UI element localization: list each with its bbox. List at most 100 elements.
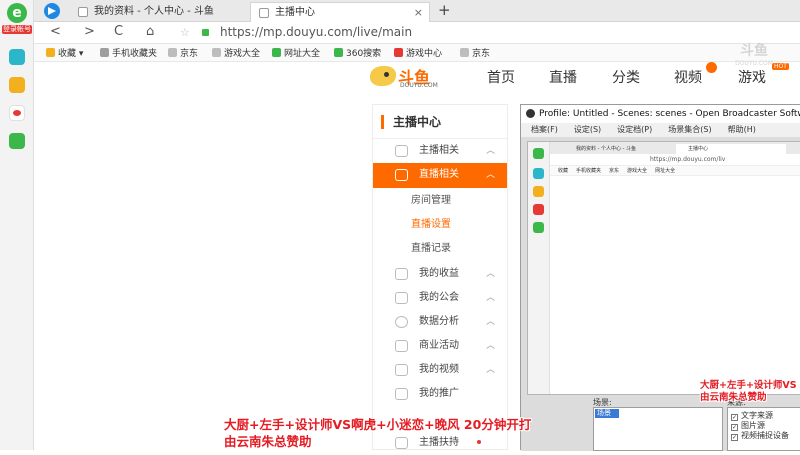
- game-icon: [394, 48, 403, 57]
- thumbs-up-icon: [395, 437, 408, 449]
- close-tab-icon[interactable]: ×: [414, 3, 423, 22]
- notification-badge-icon: [706, 62, 717, 73]
- tab-anchor-center[interactable]: 主播中心 ×: [250, 2, 430, 22]
- globe-icon: [272, 48, 281, 57]
- scene-item[interactable]: 场景: [595, 409, 619, 418]
- douyu-logo[interactable]: 斗鱼 DOUYU.COM: [370, 64, 442, 90]
- obs-preview-area: 我的资料 - 个人中心 - 斗鱼 主播中心 https://mp.douyu.c…: [527, 141, 800, 395]
- preview-bookmarks: 收藏 手机收藏夹 京东 游戏大全 网址大全: [550, 166, 800, 176]
- bookmark-item[interactable]: 收藏 ▾: [46, 46, 83, 59]
- url-input[interactable]: https://mp.douyu.com/live/main: [220, 25, 412, 39]
- menu-item-promotion[interactable]: 我的推广: [373, 382, 507, 406]
- preview-browser-sidebar: [528, 142, 550, 394]
- source-item[interactable]: ✓ 视频捕捉设备: [731, 430, 789, 441]
- menu-item-live-related[interactable]: 直播相关 ︿: [373, 163, 507, 188]
- nav-live[interactable]: 直播: [549, 67, 577, 87]
- obs-menu-file[interactable]: 档案(F): [531, 125, 558, 134]
- bookmark-item[interactable]: 游戏中心: [394, 46, 442, 59]
- chevron-up-icon: ︿: [485, 269, 495, 279]
- back-button[interactable]: <: [50, 24, 61, 39]
- favorites-star-icon[interactable]: [9, 77, 25, 93]
- megaphone-icon: [395, 388, 408, 400]
- nav-video[interactable]: 视频: [674, 67, 702, 87]
- chevron-up-icon: ︿: [485, 293, 495, 303]
- hot-badge: HOT: [772, 63, 789, 70]
- sources-list[interactable]: ✓ 文字来源 ✓ 图片源 ✓ 视频捕捉设备: [727, 407, 800, 451]
- bookmark-item[interactable]: 京东: [460, 46, 490, 59]
- bookmark-star-icon[interactable]: ☆: [180, 26, 190, 39]
- preview-address-bar: https://mp.douyu.com/liv: [550, 154, 800, 166]
- menu-item-anchor-support[interactable]: 主播扶持: [373, 431, 507, 455]
- mic-icon: [395, 145, 408, 157]
- obs-menu-scene-collection[interactable]: 场景集合(S): [668, 125, 711, 134]
- menu-item-guild[interactable]: 我的公会 ︿: [373, 286, 507, 310]
- chevron-up-icon: ︿: [485, 317, 495, 327]
- bookmark-item[interactable]: 京东: [168, 46, 198, 59]
- reload-button[interactable]: C: [114, 24, 123, 39]
- menu-item-earnings[interactable]: 我的收益 ︿: [373, 262, 507, 286]
- submenu-room-management[interactable]: 房间管理: [373, 189, 507, 213]
- forward-button[interactable]: >: [84, 24, 95, 39]
- browser-sidebar: e 登录帐号: [0, 0, 34, 450]
- bookmark-item[interactable]: 手机收藏夹: [100, 46, 157, 59]
- overlay-caption-line2: 由云南朱总赞助: [224, 434, 312, 449]
- new-dot-icon: [477, 440, 481, 444]
- login-label: 登录帐号: [2, 25, 32, 34]
- preview-tab-bar: 我的资料 - 个人中心 - 斗鱼 主播中心: [550, 142, 800, 154]
- scenes-list[interactable]: 场景: [593, 407, 723, 451]
- mail-icon: [533, 222, 544, 233]
- weibo-icon[interactable]: [9, 105, 25, 121]
- wallet-icon: [395, 268, 408, 280]
- fish-mascot-icon: [370, 66, 396, 86]
- obs-menu-settings[interactable]: 设定(S): [574, 125, 601, 134]
- weibo-icon: [533, 204, 544, 215]
- menu-title: 主播中心: [373, 105, 507, 139]
- obs-menu-profile[interactable]: 设定档(P): [617, 125, 652, 134]
- tv-icon: [395, 169, 408, 181]
- page-icon: [212, 48, 221, 57]
- overlay-caption-small-line2: 由云南朱总赞助: [700, 392, 767, 403]
- tab-label: 主播中心: [275, 7, 315, 18]
- apps-icon[interactable]: [9, 49, 25, 65]
- star-icon: [46, 48, 55, 57]
- nav-home[interactable]: 首页: [487, 67, 515, 87]
- pie-chart-icon: [395, 316, 408, 328]
- nav-games[interactable]: 游戏: [738, 67, 766, 87]
- building-icon: [395, 340, 408, 352]
- submenu-live-records[interactable]: 直播记录: [373, 237, 507, 261]
- new-tab-button[interactable]: +: [438, 1, 451, 19]
- obs-menubar: 档案(F) 设定(S) 设定档(P) 场景集合(S) 帮助(H): [521, 123, 800, 137]
- bookmark-item[interactable]: 网址大全: [272, 46, 320, 59]
- menu-item-data-analysis[interactable]: 数据分析 ︿: [373, 310, 507, 334]
- home-button[interactable]: ⌂: [146, 24, 154, 39]
- chevron-up-icon: ︿: [485, 365, 495, 375]
- bookmark-item[interactable]: 游戏大全: [212, 46, 260, 59]
- page-icon: [168, 48, 177, 57]
- chevron-up-icon: ︿: [485, 341, 495, 351]
- browser-logo-icon: [533, 148, 544, 159]
- obs-title-bar[interactable]: Profile: Untitled - Scenes: scenes - Ope…: [521, 105, 800, 123]
- nav-category[interactable]: 分类: [612, 67, 640, 87]
- bookmark-item[interactable]: 360搜索: [334, 46, 381, 59]
- tab-bar: 我的资料 - 个人中心 - 斗鱼 主播中心 × +: [34, 0, 800, 22]
- chevron-up-icon: ︿: [485, 170, 495, 180]
- mail-icon[interactable]: [9, 133, 25, 149]
- menu-item-my-videos[interactable]: 我的视频 ︿: [373, 358, 507, 382]
- browser-home-icon[interactable]: [44, 3, 60, 19]
- shield-icon: [395, 292, 408, 304]
- submenu-live-settings[interactable]: 直播设置: [373, 213, 507, 237]
- tab-profile[interactable]: 我的资料 - 个人中心 - 斗鱼: [70, 2, 250, 22]
- page-icon: [460, 48, 469, 57]
- address-toolbar: < > C ⌂ ☆ https://mp.douyu.com/live/main: [34, 22, 800, 44]
- menu-item-anchor-related[interactable]: 主播相关 ︿: [373, 139, 507, 163]
- obs-control-panel: 场景: 场景 来源: ✓ 文字来源 ✓ 图片源 ✓ 视频捕捉设备: [521, 397, 800, 451]
- login-account-button[interactable]: e 登录帐号: [2, 3, 32, 37]
- chevron-up-icon: ︿: [485, 146, 495, 156]
- menu-item-business-events[interactable]: 商业活动 ︿: [373, 334, 507, 358]
- checkbox-checked-icon: ✓: [731, 434, 738, 441]
- folder-icon: [100, 48, 109, 57]
- video-icon: [395, 364, 408, 376]
- browser-logo-icon: e: [7, 3, 27, 23]
- obs-menu-help[interactable]: 帮助(H): [728, 125, 756, 134]
- secure-lock-icon: [202, 29, 209, 36]
